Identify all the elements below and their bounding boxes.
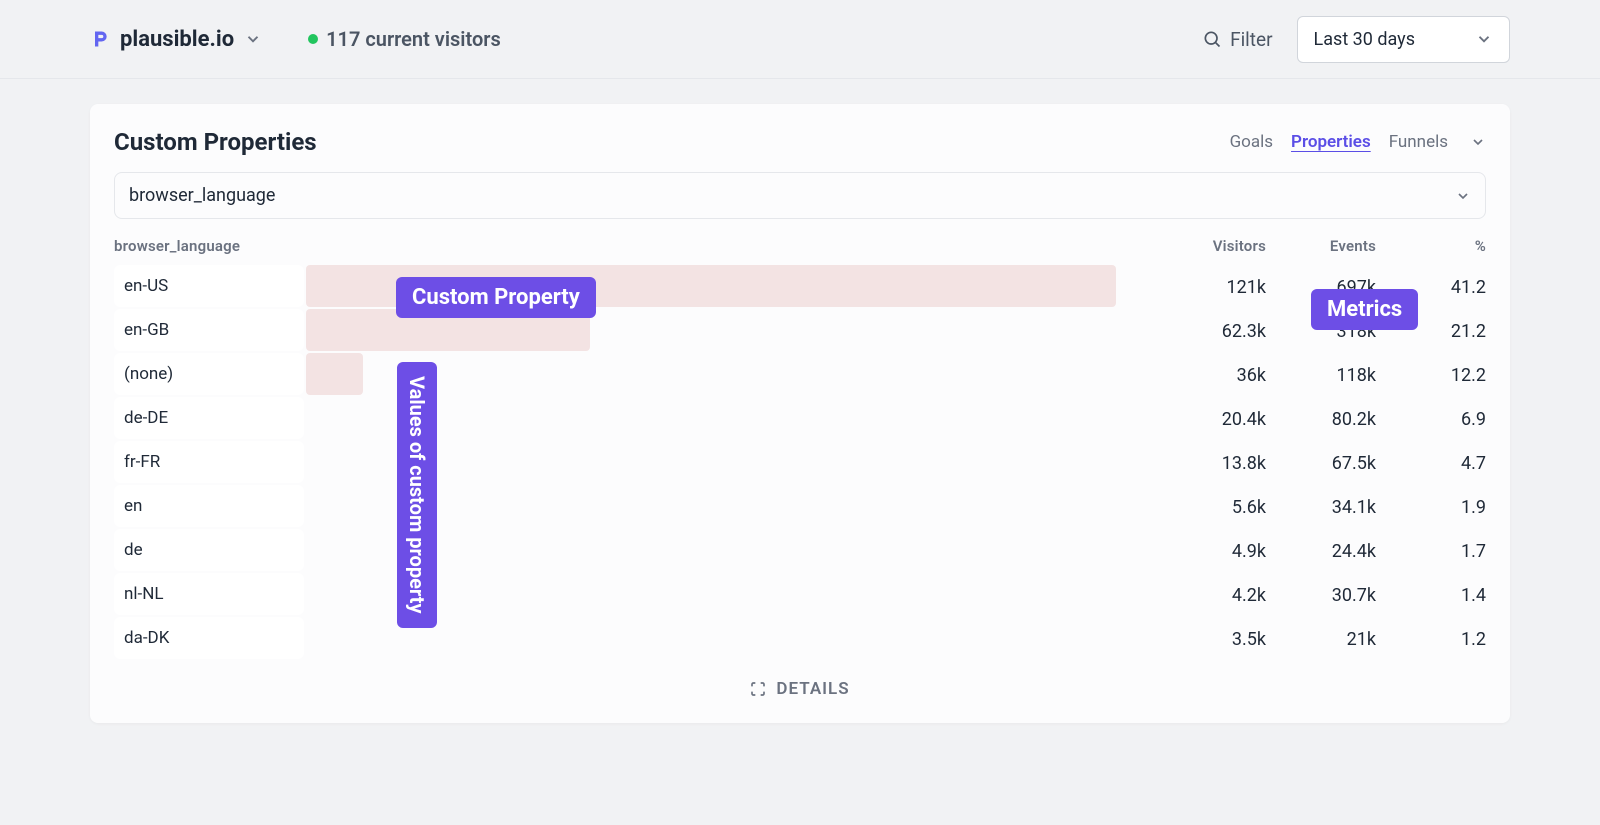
custom-properties-card: Custom Property Values of custom propert… xyxy=(90,104,1510,723)
table-row[interactable]: en-US xyxy=(114,265,1116,309)
visitors-text: 117 current visitors xyxy=(326,27,501,51)
cell-percent: 1.4 xyxy=(1376,585,1486,606)
property-selector[interactable]: browser_language xyxy=(114,172,1486,219)
column-headers: browser_language Visitors Events % xyxy=(114,237,1486,255)
live-dot-icon xyxy=(308,34,318,44)
table-metrics: 121k697k41.262.3k318k21.236k118k12.220.4… xyxy=(1116,265,1486,661)
filter-button[interactable]: Filter xyxy=(1202,28,1272,51)
annotation-values: Values of custom property xyxy=(397,362,437,628)
table-row[interactable]: en-GB xyxy=(114,309,1116,353)
site-name: plausible.io xyxy=(120,27,234,52)
row-label: en xyxy=(114,485,304,527)
card-header: Custom Properties Goals Properties Funne… xyxy=(114,128,1486,156)
metrics-row: 4.9k24.4k1.7 xyxy=(1156,529,1486,573)
row-label: fr-FR xyxy=(114,441,304,483)
site-selector[interactable]: plausible.io xyxy=(90,27,262,52)
table-row[interactable]: de xyxy=(114,529,1116,573)
cell-percent: 1.7 xyxy=(1376,541,1486,562)
chevron-down-icon[interactable] xyxy=(1470,134,1486,150)
filter-label: Filter xyxy=(1230,28,1272,51)
cell-visitors: 62.3k xyxy=(1156,321,1266,342)
details-button[interactable]: DETAILS xyxy=(114,679,1486,699)
column-visitors[interactable]: Visitors xyxy=(1156,237,1266,255)
header-right: Filter Last 30 days xyxy=(1202,16,1510,63)
tab-properties[interactable]: Properties xyxy=(1291,132,1371,152)
column-percent[interactable]: % xyxy=(1376,237,1486,255)
tab-funnels[interactable]: Funnels xyxy=(1389,132,1448,152)
row-label: de-DE xyxy=(114,397,304,439)
row-label: (none) xyxy=(114,353,304,395)
header-left: plausible.io 117 current visitors xyxy=(90,27,501,52)
metrics-row: 36k118k12.2 xyxy=(1156,353,1486,397)
cell-visitors: 121k xyxy=(1156,277,1266,298)
row-label: en-GB xyxy=(114,309,304,351)
cell-events: 67.5k xyxy=(1266,453,1376,474)
table-row[interactable]: fr-FR xyxy=(114,441,1116,485)
row-label: nl-NL xyxy=(114,573,304,615)
current-visitors[interactable]: 117 current visitors xyxy=(308,27,501,51)
column-events[interactable]: Events xyxy=(1266,237,1376,255)
cell-visitors: 5.6k xyxy=(1156,497,1266,518)
metrics-row: 20.4k80.2k6.9 xyxy=(1156,397,1486,441)
cell-visitors: 36k xyxy=(1156,365,1266,386)
top-header: plausible.io 117 current visitors Filter… xyxy=(0,0,1600,79)
table-labels: en-USen-GB(none)de-DEfr-FRendenl-NLda-DK xyxy=(114,265,1116,661)
cell-percent: 6.9 xyxy=(1376,409,1486,430)
cell-visitors: 20.4k xyxy=(1156,409,1266,430)
row-bar xyxy=(306,353,363,395)
annotation-metrics: Metrics xyxy=(1311,289,1418,330)
table-row[interactable]: (none) xyxy=(114,353,1116,397)
property-selector-value: browser_language xyxy=(129,185,275,206)
cell-visitors: 4.9k xyxy=(1156,541,1266,562)
card-tabs: Goals Properties Funnels xyxy=(1230,132,1486,152)
chevron-down-icon xyxy=(244,30,262,48)
cell-events: 118k xyxy=(1266,365,1376,386)
period-selector[interactable]: Last 30 days xyxy=(1297,16,1510,63)
details-label: DETAILS xyxy=(776,679,849,699)
annotation-custom-property: Custom Property xyxy=(396,277,596,318)
cell-events: 21k xyxy=(1266,629,1376,650)
content: Custom Property Values of custom propert… xyxy=(0,79,1600,723)
table-row[interactable]: de-DE xyxy=(114,397,1116,441)
row-label: de xyxy=(114,529,304,571)
cell-percent: 1.2 xyxy=(1376,629,1486,650)
row-label: en-US xyxy=(114,265,304,307)
table-row[interactable]: en xyxy=(114,485,1116,529)
table: en-USen-GB(none)de-DEfr-FRendenl-NLda-DK… xyxy=(114,265,1486,661)
column-property: browser_language xyxy=(114,237,1156,255)
cell-visitors: 3.5k xyxy=(1156,629,1266,650)
cell-percent: 12.2 xyxy=(1376,365,1486,386)
cell-visitors: 13.8k xyxy=(1156,453,1266,474)
chevron-down-icon xyxy=(1455,188,1471,204)
table-row[interactable]: nl-NL xyxy=(114,573,1116,617)
expand-icon xyxy=(750,681,766,697)
plausible-logo-icon xyxy=(90,29,110,49)
metrics-row: 3.5k21k1.2 xyxy=(1156,617,1486,661)
metrics-row: 4.2k30.7k1.4 xyxy=(1156,573,1486,617)
card-title: Custom Properties xyxy=(114,128,317,156)
search-icon xyxy=(1202,29,1222,49)
cell-percent: 4.7 xyxy=(1376,453,1486,474)
tab-goals[interactable]: Goals xyxy=(1230,132,1273,152)
cell-events: 34.1k xyxy=(1266,497,1376,518)
table-row[interactable]: da-DK xyxy=(114,617,1116,661)
cell-events: 24.4k xyxy=(1266,541,1376,562)
cell-percent: 1.9 xyxy=(1376,497,1486,518)
metrics-row: 13.8k67.5k4.7 xyxy=(1156,441,1486,485)
cell-events: 30.7k xyxy=(1266,585,1376,606)
row-label: da-DK xyxy=(114,617,304,659)
chevron-down-icon xyxy=(1475,30,1493,48)
metrics-row: 5.6k34.1k1.9 xyxy=(1156,485,1486,529)
period-label: Last 30 days xyxy=(1314,29,1415,50)
cell-events: 80.2k xyxy=(1266,409,1376,430)
cell-visitors: 4.2k xyxy=(1156,585,1266,606)
